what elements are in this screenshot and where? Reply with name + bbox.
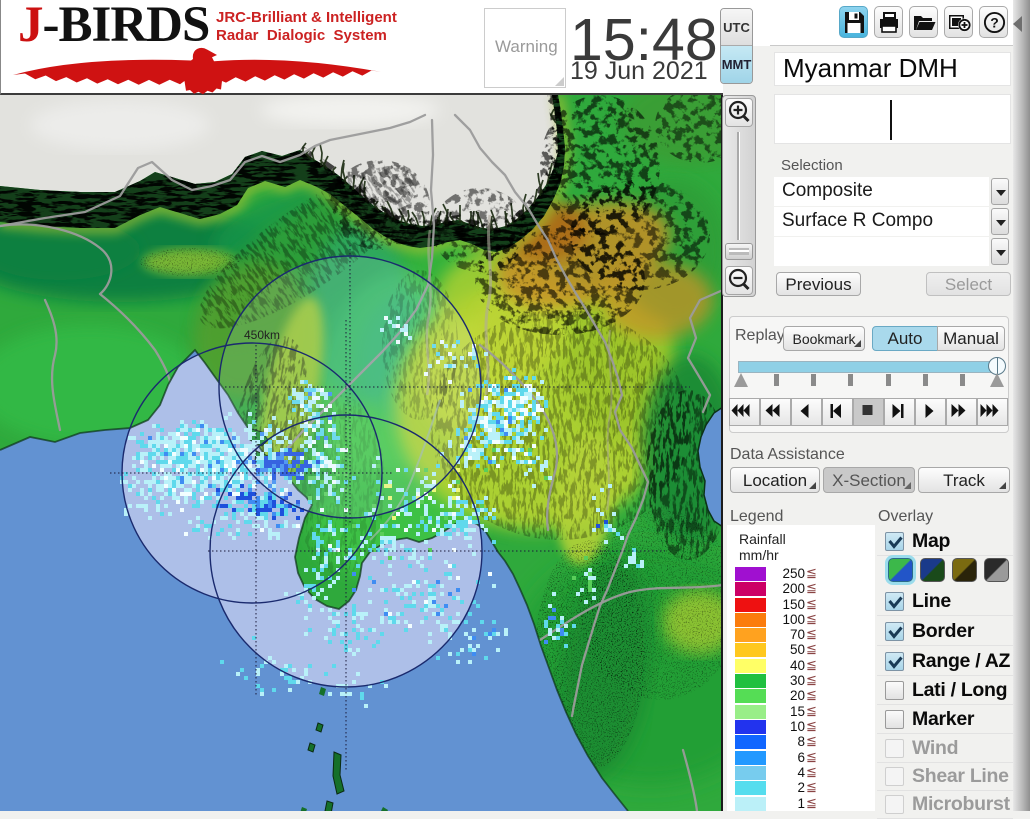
svg-text:450km: 450km xyxy=(244,328,280,342)
svg-text:?: ? xyxy=(990,14,999,30)
